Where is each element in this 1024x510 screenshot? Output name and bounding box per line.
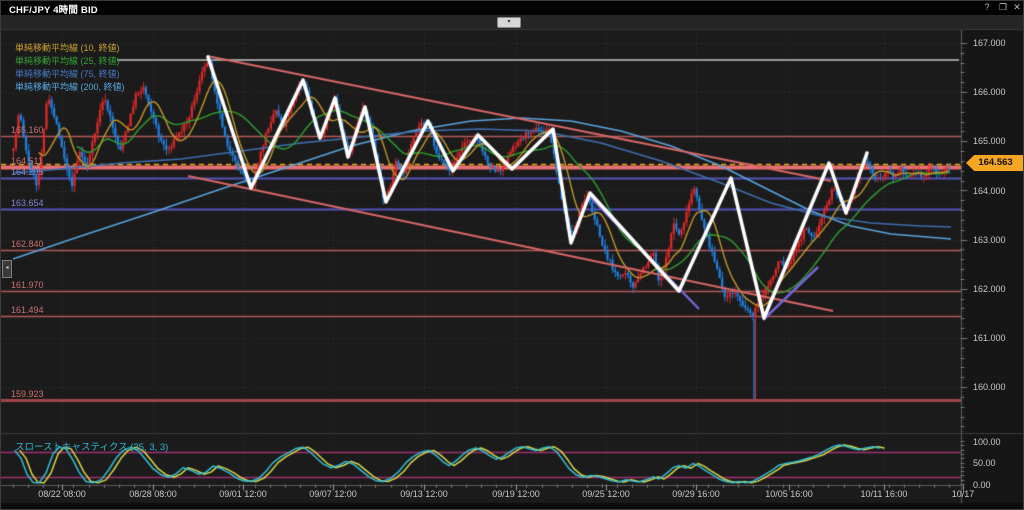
maximize-icon[interactable]: ❐: [997, 2, 1009, 13]
x-axis-label: 09/01 12:00: [208, 489, 278, 499]
stoch-axis-label: 100.00: [973, 437, 1001, 447]
price-level-label: 165.160: [11, 125, 44, 135]
toolbar-collapse-button[interactable]: ▾: [497, 17, 521, 28]
y-axis-label: 163.000: [973, 235, 1006, 245]
price-level-label: 164.295: [11, 167, 44, 177]
x-axis-label: 10/11 16:00: [849, 489, 919, 499]
legend-sma200: 単純移動平均線 (200, 終値): [15, 82, 125, 93]
legend-sma25: 単純移動平均線 (25, 終値): [15, 56, 120, 67]
side-panel-toggle-button[interactable]: ◂: [2, 260, 12, 278]
legend-sma75: 単純移動平均線 (75, 終値): [15, 69, 120, 80]
x-axis-label: 09/13 12:00: [389, 489, 459, 499]
chart-title: CHF/JPY 4時間 BID: [9, 2, 98, 16]
y-axis-label: 165.000: [973, 136, 1006, 146]
x-axis-label: 09/07 12:00: [298, 489, 368, 499]
legend-sma10: 単純移動平均線 (10, 終値): [15, 43, 120, 54]
x-axis-label: 09/25 12:00: [571, 489, 641, 499]
stoch-axis-label: 50.00: [973, 458, 996, 468]
stochastic-label: スローストキャスティクス (25, 3, 3): [15, 439, 168, 453]
price-level-label: 163.654: [11, 198, 44, 208]
price-level-label: 161.494: [11, 305, 44, 315]
price-level-label: 161.970: [11, 280, 44, 290]
current-price-badge: 164.563: [966, 155, 1024, 171]
title-bar[interactable]: CHF/JPY 4時間 BID ? ❐ ✕: [1, 1, 1024, 16]
price-level-label: 164.511: [11, 156, 43, 166]
x-axis-label: 08/22 08:00: [27, 489, 97, 499]
close-icon[interactable]: ✕: [1011, 2, 1023, 13]
y-axis-label: 160.000: [973, 382, 1006, 392]
x-axis-label: 09/19 12:00: [481, 489, 551, 499]
x-axis-label: 09/29 16:00: [661, 489, 731, 499]
price-chart-canvas[interactable]: [1, 1, 1024, 510]
x-axis-label: 08/28 08:00: [118, 489, 188, 499]
help-button[interactable]: ?: [981, 2, 993, 12]
price-level-label: 162.840: [11, 239, 44, 249]
price-level-label: 159.923: [11, 389, 44, 399]
y-axis-label: 161.000: [973, 333, 1006, 343]
y-axis-label: 162.000: [973, 284, 1006, 294]
y-axis-label: 167.000: [973, 38, 1006, 48]
x-axis-label: 10/05 16:00: [754, 489, 824, 499]
x-axis-label: 10/17: [928, 489, 998, 499]
y-axis-label: 166.000: [973, 87, 1006, 97]
chart-window: CHF/JPY 4時間 BID ? ❐ ✕ ▾ ◂ 単純移動平均線 (10, 終…: [0, 0, 1024, 510]
y-axis-label: 164.000: [973, 186, 1006, 196]
